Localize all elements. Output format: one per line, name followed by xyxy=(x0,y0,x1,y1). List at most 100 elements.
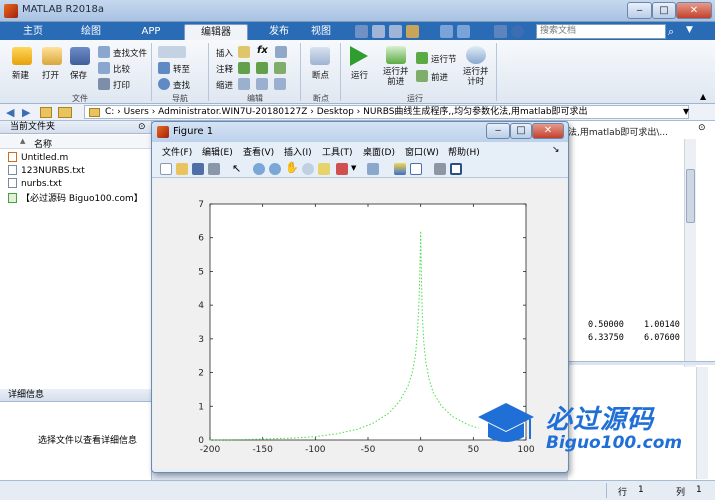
menu-desktop[interactable]: 桌面(D) xyxy=(363,145,395,158)
back-icon[interactable]: ◀ xyxy=(6,106,14,119)
save-icon[interactable] xyxy=(70,47,90,65)
tab-publish[interactable]: 发布 xyxy=(252,24,306,40)
save-figure-icon[interactable] xyxy=(192,163,204,175)
find-button[interactable]: 查找 xyxy=(173,79,190,91)
select-arrow-icon[interactable]: ↖ xyxy=(232,162,241,175)
save-button[interactable]: 保存 xyxy=(70,69,87,81)
chevron-down-icon[interactable]: ▼ xyxy=(683,107,689,116)
file-item[interactable]: 【必过源码 Biguo100.com】 xyxy=(8,191,143,204)
insert-legend-icon[interactable] xyxy=(410,163,422,175)
outdent-icon[interactable] xyxy=(274,78,286,90)
menu-file[interactable]: 文件(F) xyxy=(162,145,192,158)
save-quick-icon[interactable] xyxy=(355,25,368,38)
help-icon[interactable] xyxy=(511,25,524,38)
print-figure-icon[interactable] xyxy=(208,163,220,175)
indent-button[interactable]: 缩进 xyxy=(216,79,233,91)
file-item[interactable]: 123NURBS.txt xyxy=(8,165,85,176)
compare-icon xyxy=(98,62,110,74)
undo-icon[interactable] xyxy=(440,25,453,38)
maximize-button[interactable]: □ xyxy=(652,2,676,19)
open-icon[interactable] xyxy=(42,47,62,65)
uncomment-icon[interactable] xyxy=(256,62,268,74)
copy-icon[interactable] xyxy=(389,25,402,38)
scrollbar-thumb[interactable] xyxy=(686,169,695,223)
fx-button[interactable]: fx xyxy=(257,45,268,56)
file-item[interactable]: Untitled.m xyxy=(8,152,68,163)
run-time-button[interactable]: 运行并 计时 xyxy=(463,67,489,87)
link-plot-icon[interactable] xyxy=(367,163,379,175)
switch-windows-icon[interactable] xyxy=(494,25,507,38)
hide-plot-tools-icon[interactable] xyxy=(434,163,446,175)
menu-help[interactable]: 帮助(H) xyxy=(448,145,480,158)
tab-plots[interactable]: 绘图 xyxy=(62,24,120,40)
up-folder-icon[interactable] xyxy=(40,107,52,118)
insert-colorbar-icon[interactable] xyxy=(394,163,406,175)
breakpoints-icon[interactable] xyxy=(310,47,330,65)
chevron-down-icon[interactable]: ▼ xyxy=(686,25,693,35)
run-icon[interactable] xyxy=(350,46,368,66)
brush-icon[interactable] xyxy=(336,163,348,175)
menu-tools[interactable]: 工具(T) xyxy=(322,145,353,158)
panel-actions-icon[interactable]: ⊙ xyxy=(138,122,146,132)
figure-close-button[interactable]: ✕ xyxy=(532,123,564,139)
search-icon[interactable]: ⌕ xyxy=(668,25,682,39)
new-button[interactable]: 新建 xyxy=(12,69,29,81)
paste-icon[interactable] xyxy=(406,25,419,38)
find-files-button[interactable]: 查找文件 xyxy=(113,47,147,59)
data-cursor-icon[interactable] xyxy=(318,163,330,175)
run-advance-icon[interactable] xyxy=(386,46,406,64)
panel-actions-icon[interactable]: ⊙ xyxy=(698,123,706,133)
name-column-header[interactable]: 名称 ▲ xyxy=(0,135,151,150)
cut-icon[interactable] xyxy=(372,25,385,38)
close-button[interactable]: ✕ xyxy=(676,2,712,19)
menu-view[interactable]: 查看(V) xyxy=(243,145,274,158)
run-section-button[interactable]: 运行节 xyxy=(431,53,457,65)
goto-button[interactable]: 转至 xyxy=(173,63,190,75)
tab-editor[interactable]: 编辑器 xyxy=(184,24,248,40)
new-icon[interactable] xyxy=(12,47,32,65)
chevron-down-icon[interactable]: ▼ xyxy=(351,164,356,172)
pan-icon[interactable]: ✋ xyxy=(285,161,299,174)
open-button[interactable]: 打开 xyxy=(42,69,59,81)
comment-button[interactable]: 注释 xyxy=(216,63,233,75)
compare-button[interactable]: 比较 xyxy=(113,63,130,75)
breakpoints-button[interactable]: 断点 xyxy=(312,69,329,81)
figure-minimize-button[interactable]: ‒ xyxy=(486,123,510,139)
y-tick-label: 5 xyxy=(198,267,204,277)
menu-insert[interactable]: 插入(I) xyxy=(284,145,312,158)
address-bar: ◀ ▶ C: › Users › Administrator.WIN7U-201… xyxy=(0,104,715,121)
print-button[interactable]: 打印 xyxy=(113,79,130,91)
vertical-scrollbar[interactable] xyxy=(696,367,708,479)
rotate-3d-icon[interactable] xyxy=(302,163,314,175)
minimize-button[interactable]: ‒ xyxy=(627,2,652,19)
zoom-out-icon[interactable] xyxy=(269,163,281,175)
vertical-scrollbar[interactable] xyxy=(684,139,696,375)
new-figure-icon[interactable] xyxy=(160,163,172,175)
back-forward-icon[interactable] xyxy=(158,46,186,58)
show-plot-tools-icon[interactable] xyxy=(450,163,462,175)
tab-view[interactable]: 视图 xyxy=(300,24,342,40)
collapse-ribbon-icon[interactable]: ▲ xyxy=(700,92,706,101)
tab-apps[interactable]: APP xyxy=(122,24,180,40)
menu-window[interactable]: 窗口(W) xyxy=(405,145,439,158)
forward-icon[interactable]: ▶ xyxy=(22,106,30,119)
insert-button[interactable]: 插入 xyxy=(216,47,233,59)
zoom-in-icon[interactable] xyxy=(253,163,265,175)
run-advance-button[interactable]: 运行并 前进 xyxy=(383,67,409,87)
menu-edit[interactable]: 编辑(E) xyxy=(202,145,233,158)
run-time-icon[interactable] xyxy=(466,46,486,64)
run-button[interactable]: 运行 xyxy=(351,69,368,81)
wrap-comments-icon[interactable] xyxy=(274,62,286,74)
menu-dock-icon[interactable]: ↘ xyxy=(552,145,560,155)
dropdown-icon[interactable] xyxy=(275,46,287,58)
figure-maximize-button[interactable]: □ xyxy=(510,123,532,139)
redo-icon[interactable] xyxy=(457,25,470,38)
indent-icon[interactable] xyxy=(256,78,268,90)
search-input[interactable]: 搜索文档 xyxy=(536,24,666,39)
open-file-icon[interactable] xyxy=(176,163,188,175)
tab-home[interactable]: 主页 xyxy=(6,24,60,40)
file-item[interactable]: nurbs.txt xyxy=(8,178,62,189)
current-folder-path[interactable]: C: › Users › Administrator.WIN7U-2018012… xyxy=(84,105,689,119)
browse-folder-icon[interactable] xyxy=(58,107,72,118)
advance-button[interactable]: 前进 xyxy=(431,71,448,83)
